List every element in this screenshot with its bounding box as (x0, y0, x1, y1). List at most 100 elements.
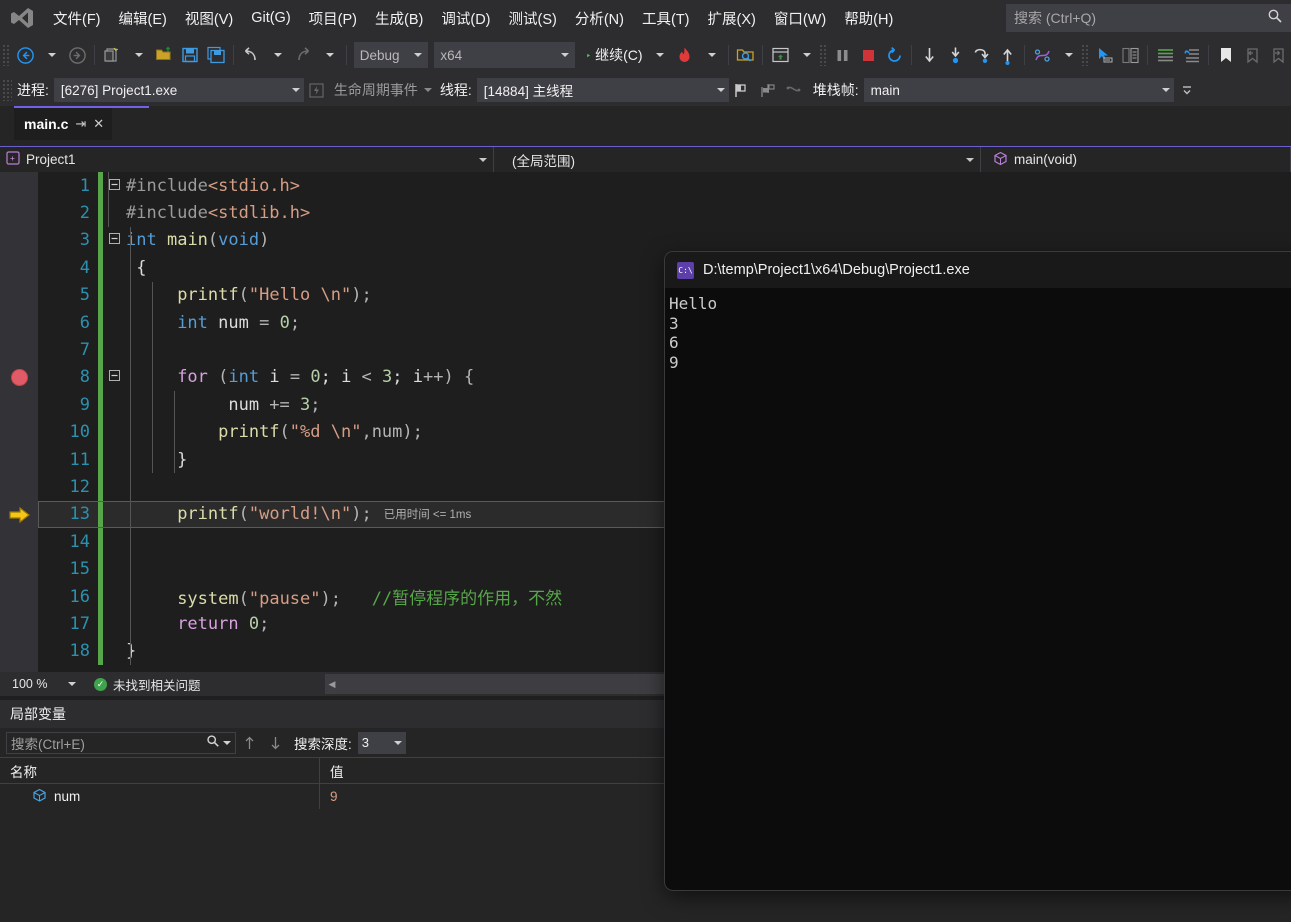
new-item-icon[interactable] (99, 41, 125, 69)
breakpoint-margin[interactable] (0, 172, 38, 672)
search-prev-icon[interactable] (236, 729, 262, 757)
compare-icon[interactable] (1117, 41, 1143, 69)
flag-icon[interactable] (729, 76, 755, 104)
step-into-icon[interactable] (916, 41, 942, 69)
code-line-2[interactable]: 2 #include<stdlib.h> (38, 199, 1291, 227)
line-number: 7 (79, 340, 90, 361)
navigate-back-icon[interactable] (12, 41, 38, 69)
continue-button[interactable]: 继续(C) (578, 41, 645, 69)
chevron-down-icon[interactable] (223, 740, 231, 745)
open-file-icon[interactable] (151, 41, 177, 69)
lifecycle-dropdown-icon[interactable] (423, 88, 432, 92)
break-all-icon[interactable] (829, 41, 855, 69)
menu-item-file[interactable]: 文件(F) (44, 0, 110, 36)
navbar-member-combo[interactable]: main(void) (981, 147, 1291, 172)
window-layout-icon[interactable] (767, 41, 793, 69)
search-depth-combo[interactable]: 3 (357, 731, 406, 754)
previous-bookmark-icon[interactable] (1239, 41, 1265, 69)
toolbar-grip-3[interactable] (1081, 44, 1090, 66)
editor-horizontal-scrollbar[interactable]: ◀ (325, 674, 665, 694)
menu-item-tools[interactable]: 工具(T) (633, 0, 699, 36)
navbar-scope-value: (全局范围) (512, 153, 575, 169)
threads-icon[interactable] (1029, 41, 1055, 69)
attach-to-process-icon[interactable] (732, 41, 758, 69)
hot-reload-icon[interactable] (672, 41, 698, 69)
comment-icon[interactable] (1152, 41, 1178, 69)
search-next-icon[interactable] (262, 729, 288, 757)
zoom-level-combo[interactable]: 100 % (8, 674, 80, 694)
flag-all-icon[interactable] (755, 76, 781, 104)
undo-dropdown[interactable] (264, 41, 290, 69)
navbar-scope-combo[interactable]: (全局范围) (494, 147, 981, 172)
search-depth-label: 搜索深度: (294, 736, 352, 752)
pointer-icon[interactable] (1091, 41, 1117, 69)
column-header-name[interactable]: 名称 (0, 758, 320, 783)
menu-item-window[interactable]: 窗口(W) (765, 0, 835, 36)
menu-item-build[interactable]: 生成(B) (366, 0, 432, 36)
console-window[interactable]: C:\ D:\temp\Project1\x64\Debug\Project1.… (665, 252, 1291, 890)
line-number: 17 (69, 613, 90, 634)
show-next-statement-icon[interactable] (994, 41, 1020, 69)
breakpoint-icon[interactable] (11, 368, 28, 386)
next-bookmark-icon[interactable] (1265, 41, 1291, 69)
menu-item-debug[interactable]: 调试(D) (432, 0, 499, 36)
unflag-icon[interactable] (781, 76, 807, 104)
tab-main-c[interactable]: main.c ⇥ ✕ (14, 108, 113, 140)
debug-toolbar-grip[interactable] (2, 79, 12, 101)
restart-icon[interactable] (881, 41, 907, 69)
line-number: 9 (79, 394, 90, 415)
save-icon[interactable] (177, 41, 203, 69)
toolbar-grip-2[interactable] (819, 44, 828, 66)
locals-row-name-cell[interactable]: num (0, 784, 320, 809)
bookmark-icon[interactable] (1213, 41, 1239, 69)
menu-item-extensions[interactable]: 扩展(X) (699, 0, 765, 36)
menu-item-edit[interactable]: 编辑(E) (110, 0, 176, 36)
line-number: 16 (69, 586, 90, 607)
console-title-bar[interactable]: C:\ D:\temp\Project1\x64\Debug\Project1.… (665, 252, 1291, 288)
stop-debugging-icon[interactable] (855, 41, 881, 69)
window-layout-dropdown[interactable] (793, 41, 819, 69)
new-item-dropdown[interactable] (125, 41, 151, 69)
uncomment-icon[interactable] (1178, 41, 1204, 69)
platform-combo[interactable]: x64 (434, 42, 576, 68)
menu-item-help[interactable]: 帮助(H) (835, 0, 902, 36)
locals-search-input[interactable]: 搜索(Ctrl+E) (6, 731, 236, 754)
menu-item-git[interactable]: Git(G) (242, 0, 299, 36)
stackframe-combo[interactable]: main (863, 78, 1174, 102)
menu-item-project[interactable]: 项目(P) (300, 0, 366, 36)
menu-item-test[interactable]: 测试(S) (500, 0, 566, 36)
code-line-3[interactable]: 3 int main(void) (38, 226, 1291, 255)
redo-dropdown[interactable] (316, 41, 342, 69)
menu-item-analyze[interactable]: 分析(N) (566, 0, 633, 36)
navbar-project-combo[interactable]: + Project1 (0, 147, 494, 172)
code-line-1[interactable]: 1 #include<stdio.h> (38, 172, 1291, 200)
global-search-input[interactable]: 搜索 (Ctrl+Q) (1006, 4, 1291, 32)
navigate-back-dropdown[interactable] (38, 41, 64, 69)
fold-toggle-icon[interactable] (106, 233, 122, 247)
pin-icon[interactable]: ⇥ (75, 116, 86, 132)
step-out-icon[interactable] (968, 41, 994, 69)
hot-reload-dropdown[interactable] (698, 41, 724, 69)
undo-icon[interactable] (238, 41, 264, 69)
toolbar-grip[interactable] (2, 44, 11, 66)
process-combo[interactable]: [6276] Project1.exe (53, 78, 304, 102)
menu-item-view[interactable]: 视图(V) (176, 0, 242, 36)
code-text: for (int i = 0; i < 3; i++) { (177, 367, 475, 388)
redo-icon[interactable] (290, 41, 316, 69)
console-output[interactable]: Hello 3 6 9 (665, 288, 1291, 372)
code-text: system("pause"); //暂停程序的作用，不然 (177, 589, 563, 610)
continue-dropdown[interactable] (646, 41, 672, 69)
navigate-forward-icon[interactable] (64, 41, 90, 69)
fold-toggle-icon[interactable] (106, 370, 122, 384)
save-all-icon[interactable] (203, 41, 229, 69)
thread-combo[interactable]: [14884] 主线程 (476, 78, 729, 102)
step-over-icon[interactable] (942, 41, 968, 69)
change-bar (98, 226, 103, 255)
close-icon[interactable]: ✕ (93, 116, 104, 132)
configuration-combo[interactable]: Debug (353, 42, 429, 68)
threads-dropdown[interactable] (1055, 41, 1081, 69)
scroll-left-icon[interactable]: ◀ (325, 674, 339, 694)
change-bar (98, 610, 103, 638)
debug-toolbar-overflow-icon[interactable] (1174, 76, 1200, 104)
chevron-down-icon (291, 88, 300, 92)
